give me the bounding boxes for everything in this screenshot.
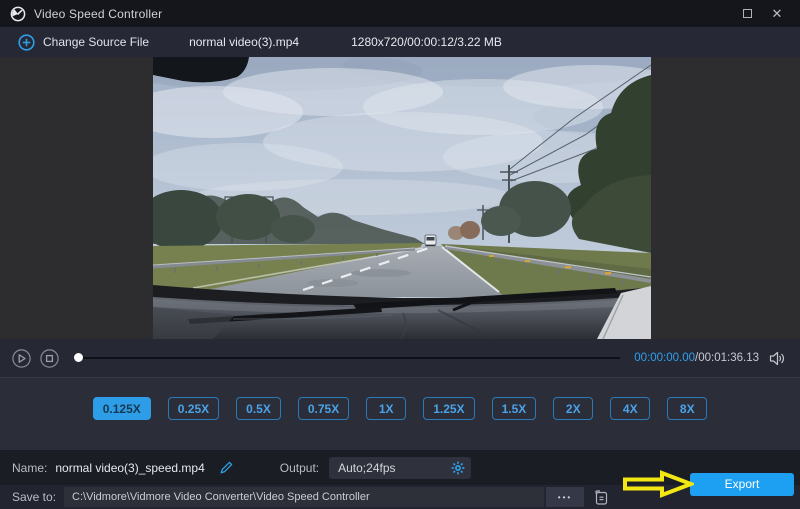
time-display: 00:00:00.00/00:01:36.13	[634, 352, 759, 364]
annotation-arrow-icon	[623, 470, 694, 498]
folder-icon	[595, 490, 608, 505]
edit-name-button[interactable]	[219, 460, 234, 475]
export-area: Export	[622, 470, 794, 498]
speed-button-4x[interactable]: 4X	[610, 397, 651, 420]
video-speed-controller-window: Video Speed Controller ✕ Change Source F…	[0, 0, 800, 509]
add-icon	[18, 33, 35, 51]
seek-track[interactable]	[76, 357, 621, 359]
change-source-button[interactable]: Change Source File	[18, 33, 150, 51]
stop-button[interactable]	[40, 348, 59, 368]
change-source-label: Change Source File	[43, 35, 150, 49]
source-bar: Change Source File normal video(3).mp4 1…	[0, 27, 800, 57]
speed-options-row: 0.125X 0.25X 0.5X 0.75X 1X 1.25X 1.5X 2X…	[0, 377, 800, 450]
preview-area	[0, 57, 800, 339]
distant-vehicle	[424, 234, 437, 247]
footer: Name: normal video(3)_speed.mp4 Output: …	[0, 450, 800, 509]
output-name-value: normal video(3)_speed.mp4	[55, 460, 205, 475]
speed-button-075x[interactable]: 0.75X	[297, 397, 350, 420]
maximize-icon	[742, 9, 752, 18]
speed-button-15x[interactable]: 1.5X	[491, 397, 537, 420]
save-path-field[interactable]: C:\Vidmore\Vidmore Video Converter\Video…	[64, 487, 544, 507]
speed-button-025x[interactable]: 0.25X	[167, 397, 220, 420]
open-folder-button[interactable]	[592, 488, 610, 506]
maximize-button[interactable]	[732, 2, 762, 26]
source-filename: normal video(3).mp4	[189, 35, 300, 49]
volume-button[interactable]	[769, 351, 786, 366]
play-icon	[18, 353, 26, 363]
speed-button-0125x[interactable]: 0.125X	[92, 397, 151, 420]
speed-button-2x[interactable]: 2X	[553, 397, 594, 420]
source-file-info: 1280x720/00:00:12/3.22 MB	[351, 35, 502, 49]
output-label: Output:	[279, 460, 320, 475]
player-controls: 00:00:00.00/00:01:36.13	[0, 339, 800, 377]
stop-icon	[45, 354, 54, 362]
browse-folder-button[interactable]: •••	[546, 487, 584, 507]
video-frame	[153, 57, 651, 339]
output-format-value: Auto;24fps	[338, 460, 396, 475]
speed-button-05x[interactable]: 0.5X	[236, 397, 281, 420]
window-title: Video Speed Controller	[34, 6, 163, 21]
speed-button-125x[interactable]: 1.25X	[423, 397, 475, 420]
speed-button-1x[interactable]: 1X	[366, 397, 407, 420]
seek-slider[interactable]	[74, 353, 621, 363]
gear-icon	[451, 461, 465, 474]
name-label: Name:	[12, 460, 48, 475]
seek-knob[interactable]	[74, 353, 83, 362]
title-bar: Video Speed Controller ✕	[0, 0, 800, 27]
output-format-field[interactable]: Auto;24fps	[329, 456, 472, 479]
output-settings-button[interactable]	[451, 461, 465, 475]
export-button[interactable]: Export	[690, 472, 794, 496]
speed-button-8x[interactable]: 8X	[667, 397, 708, 420]
pencil-icon	[220, 461, 233, 474]
close-button[interactable]: ✕	[762, 2, 792, 26]
close-icon: ✕	[771, 6, 783, 21]
total-time: /00:01:36.13	[695, 352, 759, 364]
current-time: 00:00:00.00	[634, 352, 696, 364]
app-logo-icon	[10, 6, 26, 21]
play-button[interactable]	[12, 348, 31, 368]
speaker-icon	[769, 351, 779, 365]
save-to-label: Save to:	[12, 490, 57, 504]
